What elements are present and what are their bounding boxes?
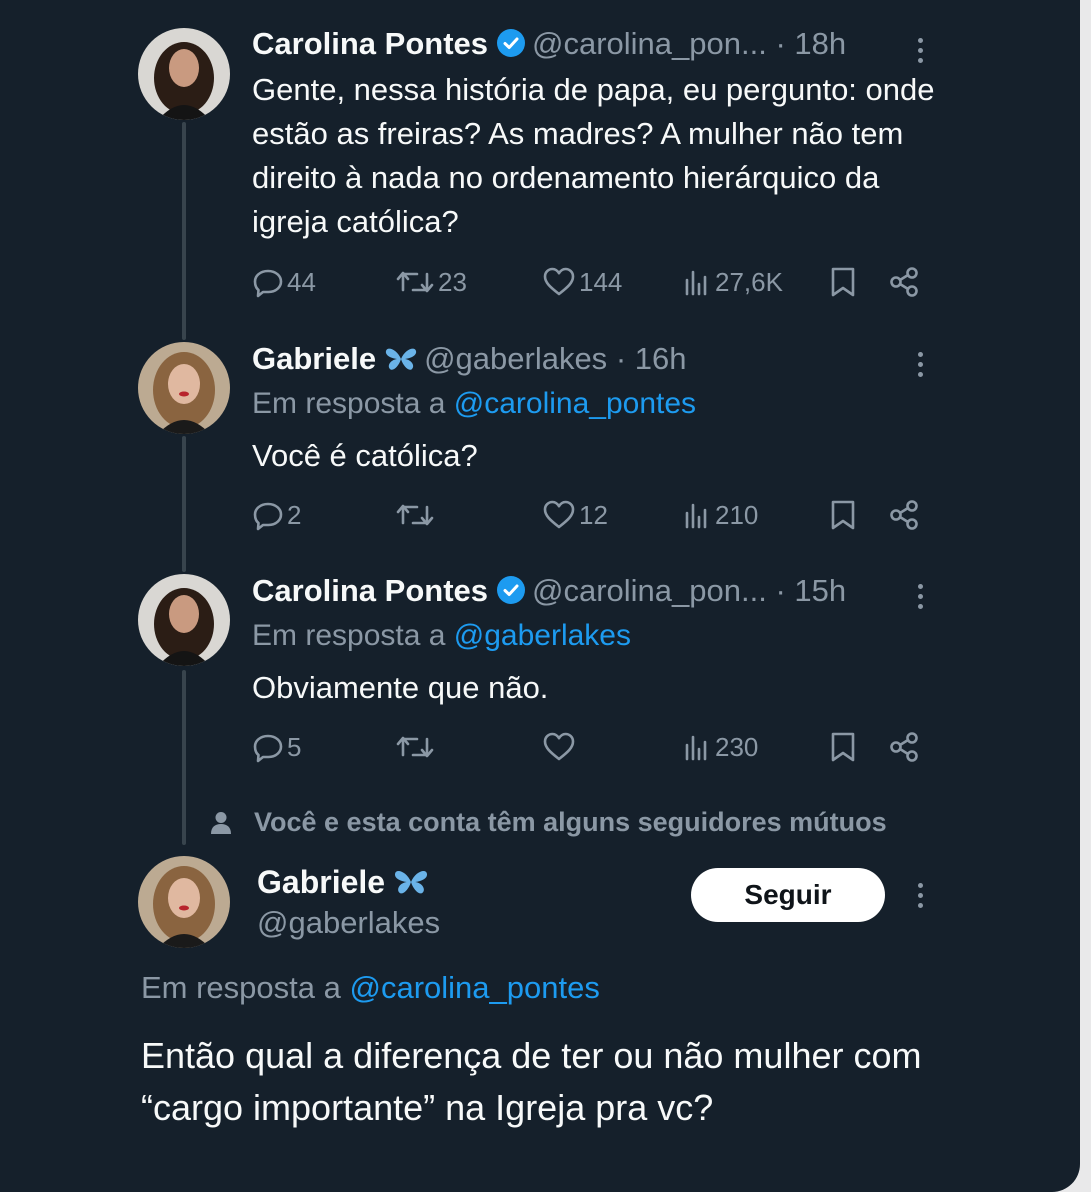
reply-handle-link[interactable]: @gaberlakes [454,619,631,652]
reply-prefix: Em resposta a [252,387,454,420]
bookmark-button[interactable] [829,727,857,767]
post-header: Carolina Pontes @carolina_pon... · 15h [252,573,846,613]
repost-icon [396,504,434,526]
like-count: 12 [579,499,608,530]
reply-prefix: Em resposta a [252,619,454,652]
avatar[interactable] [138,856,230,948]
main-author-name-row: Gabriele [257,864,435,905]
more-options-icon[interactable] [911,352,929,382]
reply-icon [253,502,283,531]
reply-handle-link[interactable]: @carolina_pontes [454,387,696,420]
butterfly-icon [384,345,418,381]
repost-icon [396,736,434,758]
views-count: 210 [715,499,759,530]
main-post-text: Então qual a diferença de ter ou não mul… [141,1035,922,1128]
repost-button[interactable] [395,727,438,767]
more-options-icon[interactable] [911,883,929,913]
like-button[interactable]: 144 [542,262,622,302]
bookmark-icon [831,500,855,530]
repost-count: 23 [438,266,467,297]
reply-icon [253,269,283,298]
views-button[interactable]: 210 [682,495,758,535]
post-header: Carolina Pontes @carolina_pon... · 18h [252,26,846,66]
person-icon [211,811,231,834]
butterfly-icon [393,867,429,905]
screen: Carolina Pontes @carolina_pon... · 18h Ge… [0,0,1080,1192]
post-time[interactable]: · 15h [775,573,846,608]
post-text: Obviamente que não. [252,670,549,705]
views-button[interactable]: 230 [682,727,758,767]
reply-button[interactable]: 5 [252,727,301,767]
reply-context: Em resposta a @gaberlakes [252,619,631,653]
mutual-followers-text: Você e esta conta têm alguns seguidores … [254,807,887,837]
author-name[interactable]: Gabriele [252,341,376,376]
reply-context: Em resposta a @carolina_pontes [141,970,600,1006]
author-name[interactable]: Carolina Pontes [252,26,488,61]
like-icon [543,500,575,529]
post-actions: 2 12 210 [252,495,932,535]
like-button[interactable] [542,727,579,767]
bookmark-button[interactable] [829,262,857,302]
share-button[interactable] [888,262,920,302]
views-button[interactable]: 27,6K [682,262,783,302]
reply-icon [253,734,283,763]
reply-button[interactable]: 44 [252,262,316,302]
views-icon [685,503,707,529]
post-actions: 44 23 144 27,6K [252,262,932,302]
repost-icon [396,271,434,293]
follow-button[interactable]: Seguir [691,868,885,922]
avatar[interactable] [138,342,230,434]
author-name[interactable]: Carolina Pontes [252,573,488,608]
author-name[interactable]: Gabriele [257,864,385,900]
post-time[interactable]: · 18h [775,26,846,61]
verified-badge-icon [496,575,526,613]
thread-line [182,122,186,340]
repost-button[interactable] [395,495,438,535]
post-header: Gabriele @gaberlakes · 16h [252,341,686,381]
post-time[interactable]: · 16h [616,341,687,376]
reply-count: 2 [287,499,302,530]
bookmark-icon [831,732,855,762]
thread-line [182,436,186,572]
reply-prefix: Em resposta a [141,970,350,1005]
post-text: Gente, nessa história de papa, eu pergun… [252,72,935,239]
views-icon [685,735,707,761]
reply-context: Em resposta a @carolina_pontes [252,387,696,421]
like-icon [543,732,575,761]
post-actions: 5 230 [252,727,932,767]
like-button[interactable]: 12 [542,495,608,535]
share-icon [890,267,918,297]
more-options-icon[interactable] [911,584,929,614]
share-icon [890,732,918,762]
reply-count: 44 [287,266,316,297]
bookmark-icon [831,267,855,297]
like-icon [543,267,575,296]
reply-count: 5 [287,731,302,762]
like-count: 144 [579,266,623,297]
reply-handle-link[interactable]: @carolina_pontes [349,970,599,1005]
views-icon [685,270,707,296]
author-handle[interactable]: @gaberlakes [424,341,607,376]
avatar[interactable] [138,574,230,666]
more-options-icon[interactable] [911,38,929,68]
views-count: 230 [715,731,759,762]
author-handle[interactable]: @carolina_pon... [532,26,767,61]
repost-button[interactable]: 23 [395,262,467,302]
share-button[interactable] [888,495,920,535]
share-icon [890,500,918,530]
author-handle[interactable]: @gaberlakes [257,905,440,941]
author-handle[interactable]: @carolina_pon... [532,573,767,608]
reply-button[interactable]: 2 [252,495,301,535]
post-text: Você é católica? [252,438,478,473]
bookmark-button[interactable] [829,495,857,535]
share-button[interactable] [888,727,920,767]
avatar[interactable] [138,28,230,120]
thread-line [182,670,186,845]
mutual-followers-notice: Você e esta conta têm alguns seguidores … [210,807,887,838]
verified-badge-icon [496,28,526,66]
views-count: 27,6K [715,266,783,297]
